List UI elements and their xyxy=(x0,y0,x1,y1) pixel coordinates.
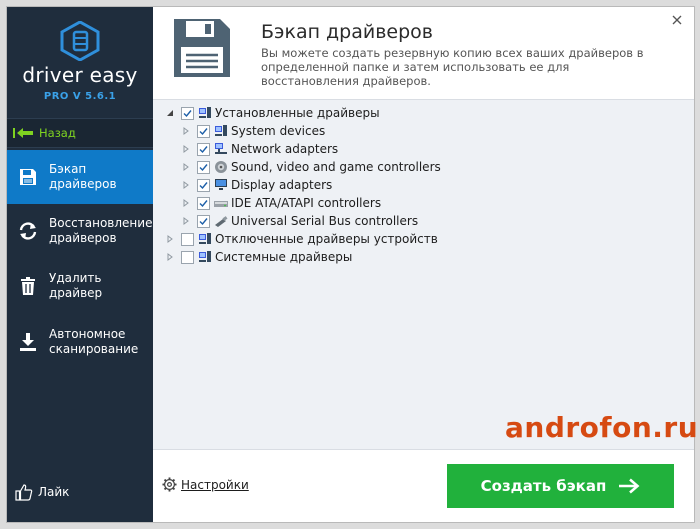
tree-expand-arrow-icon[interactable] xyxy=(181,181,191,189)
thumbs-up-icon xyxy=(15,484,33,501)
settings-link[interactable]: Настройки xyxy=(162,477,249,492)
driver-easy-logo-icon xyxy=(60,21,100,61)
sidebar-item-restore[interactable]: Восстановление драйверов xyxy=(7,206,153,256)
network-icon xyxy=(214,142,228,156)
tree-checkbox[interactable] xyxy=(181,250,194,264)
restore-arrows-icon xyxy=(16,221,40,241)
brand-name: driver easy xyxy=(22,63,138,87)
download-scan-icon xyxy=(16,332,40,352)
tree-row-label: Display adapters xyxy=(231,178,333,192)
tree-row[interactable]: Отключенные драйверы устройств xyxy=(165,230,438,248)
floppy-icon xyxy=(16,167,40,187)
tree-row-label: System devices xyxy=(231,124,326,138)
computer-icon xyxy=(198,106,212,120)
tree-row[interactable]: Universal Serial Bus controllers xyxy=(181,212,418,230)
driver-tree: Установленные драйверы System devices Netw… xyxy=(153,99,694,450)
tree-row-label: Системные драйверы xyxy=(215,250,353,264)
monitor-icon xyxy=(214,178,228,192)
tree-checkbox-checked[interactable] xyxy=(197,160,210,174)
footer-bar: Настройки Создать бэкап xyxy=(153,449,694,522)
tree-collapse-arrow-icon[interactable] xyxy=(165,109,175,117)
computer-icon xyxy=(198,232,212,246)
tree-row[interactable]: Установленные драйверы xyxy=(165,104,380,122)
checkmark-icon xyxy=(199,181,208,189)
tree-checkbox-checked[interactable] xyxy=(197,142,210,156)
tree-checkbox[interactable] xyxy=(181,232,194,246)
tree-expand-arrow-icon[interactable] xyxy=(181,163,191,171)
checkmark-icon xyxy=(199,163,208,171)
sidebar-item-label: Удалить драйвер xyxy=(49,271,103,300)
back-label: Назад xyxy=(39,126,76,140)
tree-expand-arrow-icon[interactable] xyxy=(181,127,191,135)
tree-row[interactable]: Системные драйверы xyxy=(165,248,352,266)
tree-expand-arrow-icon[interactable] xyxy=(181,199,191,207)
back-arrow-icon xyxy=(13,128,33,138)
trash-icon xyxy=(16,276,40,296)
checkmark-icon xyxy=(199,145,208,153)
app-logo: driver easy PRO V 5.6.1 xyxy=(7,7,153,117)
tree-row[interactable]: Network adapters xyxy=(181,140,338,158)
usb-icon xyxy=(214,214,228,228)
sidebar-item-offline-scan[interactable]: Автономное сканирование xyxy=(7,317,153,367)
back-button[interactable]: Назад xyxy=(7,118,153,148)
tree-checkbox-checked[interactable] xyxy=(197,178,210,192)
create-backup-button[interactable]: Создать бэкап xyxy=(447,464,674,508)
speaker-icon xyxy=(214,160,228,174)
sidebar: driver easy PRO V 5.6.1 Назад Бэкап драй… xyxy=(7,7,153,522)
tree-expand-arrow-icon[interactable] xyxy=(181,145,191,153)
tree-expand-arrow-icon[interactable] xyxy=(165,253,175,261)
computer-icon xyxy=(198,250,212,264)
page-title: Бэкап драйверов xyxy=(261,21,434,43)
sidebar-item-label: Восстановление драйверов xyxy=(49,216,153,245)
tree-checkbox-checked[interactable] xyxy=(197,214,210,228)
tree-checkbox-checked[interactable] xyxy=(181,106,194,120)
tree-row-label: Отключенные драйверы устройств xyxy=(215,232,438,246)
like-label: Лайк xyxy=(38,485,70,499)
like-button[interactable]: Лайк xyxy=(15,483,69,501)
tree-row-label: Universal Serial Bus controllers xyxy=(231,214,419,228)
checkmark-icon xyxy=(199,127,208,135)
tree-expand-arrow-icon[interactable] xyxy=(181,217,191,225)
tree-expand-arrow-icon[interactable] xyxy=(165,235,175,243)
driver-easy-window: driver easy PRO V 5.6.1 Назад Бэкап драй… xyxy=(7,7,694,522)
watermark-text: androfon.ru xyxy=(505,411,699,444)
tree-row[interactable]: Display adapters xyxy=(181,176,332,194)
tree-row[interactable]: System devices xyxy=(181,122,325,140)
tree-row[interactable]: Sound, video and game controllers xyxy=(181,158,441,176)
checkmark-icon xyxy=(199,199,208,207)
sidebar-item-delete[interactable]: Удалить драйвер xyxy=(7,261,153,311)
create-backup-label: Создать бэкап xyxy=(480,477,607,495)
sidebar-item-backup[interactable]: Бэкап драйверов xyxy=(7,150,153,204)
tree-row-label: Network adapters xyxy=(231,142,339,156)
version-label: PRO V 5.6.1 xyxy=(43,91,117,102)
checkmark-icon xyxy=(199,217,208,225)
arrow-right-icon xyxy=(619,478,640,494)
tree-row[interactable]: IDE ATA/ATAPI controllers xyxy=(181,194,381,212)
gear-icon xyxy=(162,477,177,492)
computer-icon xyxy=(214,124,228,138)
sidebar-item-label: Автономное сканирование xyxy=(49,327,139,356)
page-description: Вы можете создать резервную копию всех в… xyxy=(261,46,644,88)
floppy-disk-icon xyxy=(174,19,230,77)
tree-row-label: Sound, video and game controllers xyxy=(231,160,441,174)
tree-row-label: Установленные драйверы xyxy=(215,106,380,120)
drive-icon xyxy=(214,196,228,210)
tree-row-label: IDE ATA/ATAPI controllers xyxy=(231,196,382,210)
checkmark-icon xyxy=(183,109,192,117)
sidebar-item-label: Бэкап драйверов xyxy=(49,162,117,191)
main-panel: Бэкап драйверов Вы можете создать резерв… xyxy=(153,7,694,522)
tree-checkbox-checked[interactable] xyxy=(197,124,210,138)
page-header: Бэкап драйверов Вы можете создать резерв… xyxy=(153,7,694,99)
tree-checkbox-checked[interactable] xyxy=(197,196,210,210)
settings-label: Настройки xyxy=(181,477,249,492)
